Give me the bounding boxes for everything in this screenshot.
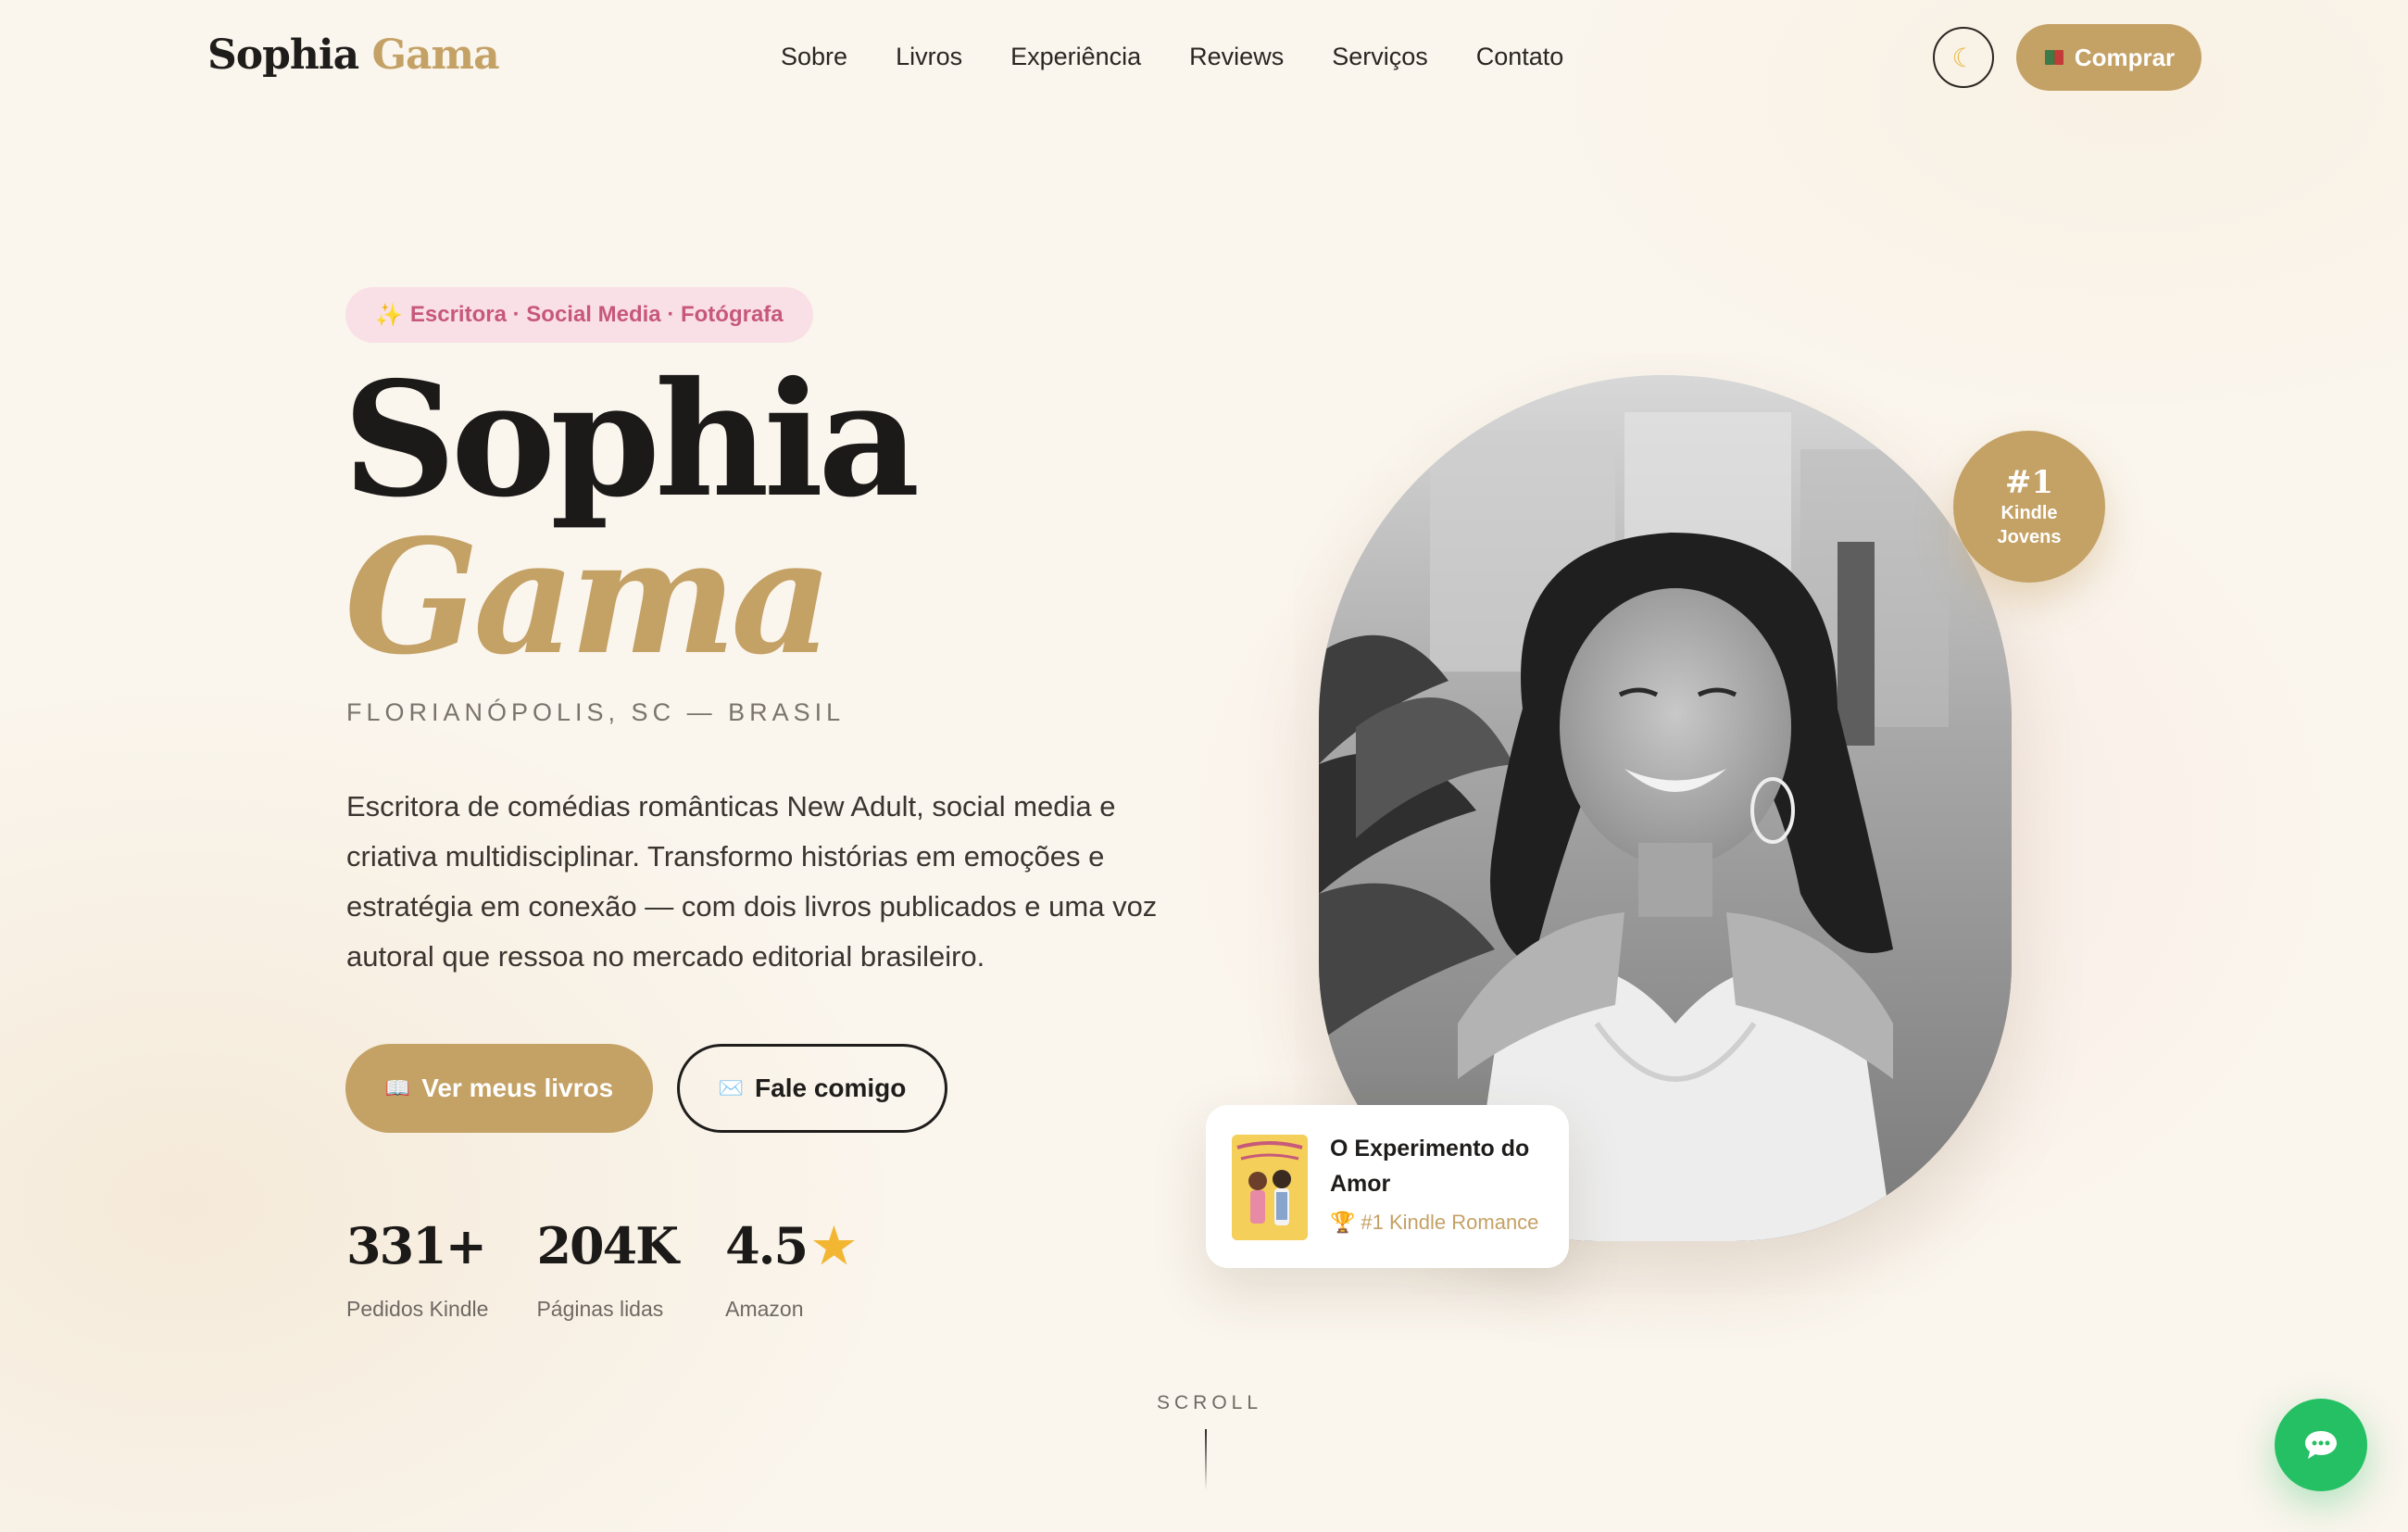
badge-category-line1: Kindle xyxy=(2000,503,2058,523)
hero-last-name: Gama xyxy=(345,505,833,690)
buy-button[interactable]: Comprar xyxy=(2016,24,2201,91)
badge-category-line2: Jovens xyxy=(1997,527,2062,547)
nav-link-reviews[interactable]: Reviews xyxy=(1189,43,1284,71)
location-text: FLORIANÓPOLIS, SC — BRASIL xyxy=(346,698,846,726)
view-books-label: Ver meus livros xyxy=(421,1074,614,1102)
contact-me-label: Fale comigo xyxy=(755,1074,907,1102)
featured-book-card[interactable]: O Experimento do Amor 🏆 #1 Kindle Romanc… xyxy=(1206,1105,1569,1268)
scroll-indicator-label: SCROLL xyxy=(1157,1392,1263,1413)
nav-links: Sobre Livros Experiência Reviews Serviço… xyxy=(781,43,1612,71)
trophy-icon: 🏆 xyxy=(1330,1211,1356,1234)
star-icon: ★ xyxy=(812,1217,856,1275)
stat-label: Páginas lidas xyxy=(536,1297,664,1321)
featured-book-award-label: #1 Kindle Romance xyxy=(1361,1211,1539,1234)
theme-toggle-button[interactable]: ☾ xyxy=(1933,27,1994,88)
nav-link-livros[interactable]: Livros xyxy=(896,43,962,71)
book-cover-illustration xyxy=(1232,1135,1308,1240)
kindle-rank-badge: #1 Kindle Jovens xyxy=(1953,431,2105,583)
nav-link-contato[interactable]: Contato xyxy=(1476,43,1564,71)
nav-link-sobre[interactable]: Sobre xyxy=(781,43,847,71)
brand-last-name: Gama xyxy=(371,31,499,79)
envelope-icon: ✉️ xyxy=(718,1076,745,1099)
open-book-icon: 📖 xyxy=(384,1076,411,1099)
top-navigation: Sophia Gama Sobre Livros Experiência Rev… xyxy=(0,0,2408,117)
stat-value: 331+ xyxy=(346,1216,487,1275)
stat-pages-read: 204K Páginas lidas xyxy=(536,1215,679,1322)
featured-book-title: O Experimento do Amor xyxy=(1330,1136,1530,1197)
stat-value: 4.5 xyxy=(725,1216,809,1275)
view-books-button[interactable]: 📖 Ver meus livros xyxy=(345,1044,653,1133)
stat-label: Pedidos Kindle xyxy=(346,1297,489,1321)
moon-icon: ☾ xyxy=(1951,43,1975,72)
brand-first-name: Sophia xyxy=(207,31,359,79)
nav-link-servicos[interactable]: Serviços xyxy=(1332,43,1428,71)
featured-book-award: 🏆 #1 Kindle Romance xyxy=(1330,1211,1538,1235)
chat-button[interactable] xyxy=(2275,1399,2367,1491)
chat-bubble-icon xyxy=(2305,1431,2337,1459)
scroll-indicator-line xyxy=(1205,1429,1207,1490)
hero-first-name: Sophia xyxy=(343,347,920,533)
bio-paragraph: Escritora de comédias românticas New Adu… xyxy=(346,790,1158,973)
stat-label: Amazon xyxy=(725,1297,804,1321)
buy-button-label: Comprar xyxy=(2074,43,2176,71)
badge-rank: #1 xyxy=(2004,464,2054,501)
stat-amazon-rating: 4.5 ★ Amazon xyxy=(725,1215,856,1322)
stats-row: 331+ Pedidos Kindle 204K Páginas lidas 4… xyxy=(346,1215,856,1322)
stat-kindle-orders: 331+ Pedidos Kindle xyxy=(346,1215,488,1322)
book-cover-image xyxy=(1232,1135,1308,1240)
stat-rating: 4.5 ★ xyxy=(725,1215,856,1276)
contact-me-button[interactable]: ✉️ Fale comigo xyxy=(677,1044,947,1133)
role-tag: ✨ Escritora · Social Media · Fotógrafa xyxy=(345,287,813,343)
book-icon xyxy=(2044,50,2063,65)
stat-value: 204K xyxy=(536,1216,679,1275)
role-tag-label: Escritora · Social Media · Fotógrafa xyxy=(409,302,784,327)
nav-link-experiencia[interactable]: Experiência xyxy=(1010,43,1141,71)
sparkles-icon: ✨ xyxy=(375,302,403,328)
brand-logo[interactable]: Sophia Gama xyxy=(207,31,500,79)
